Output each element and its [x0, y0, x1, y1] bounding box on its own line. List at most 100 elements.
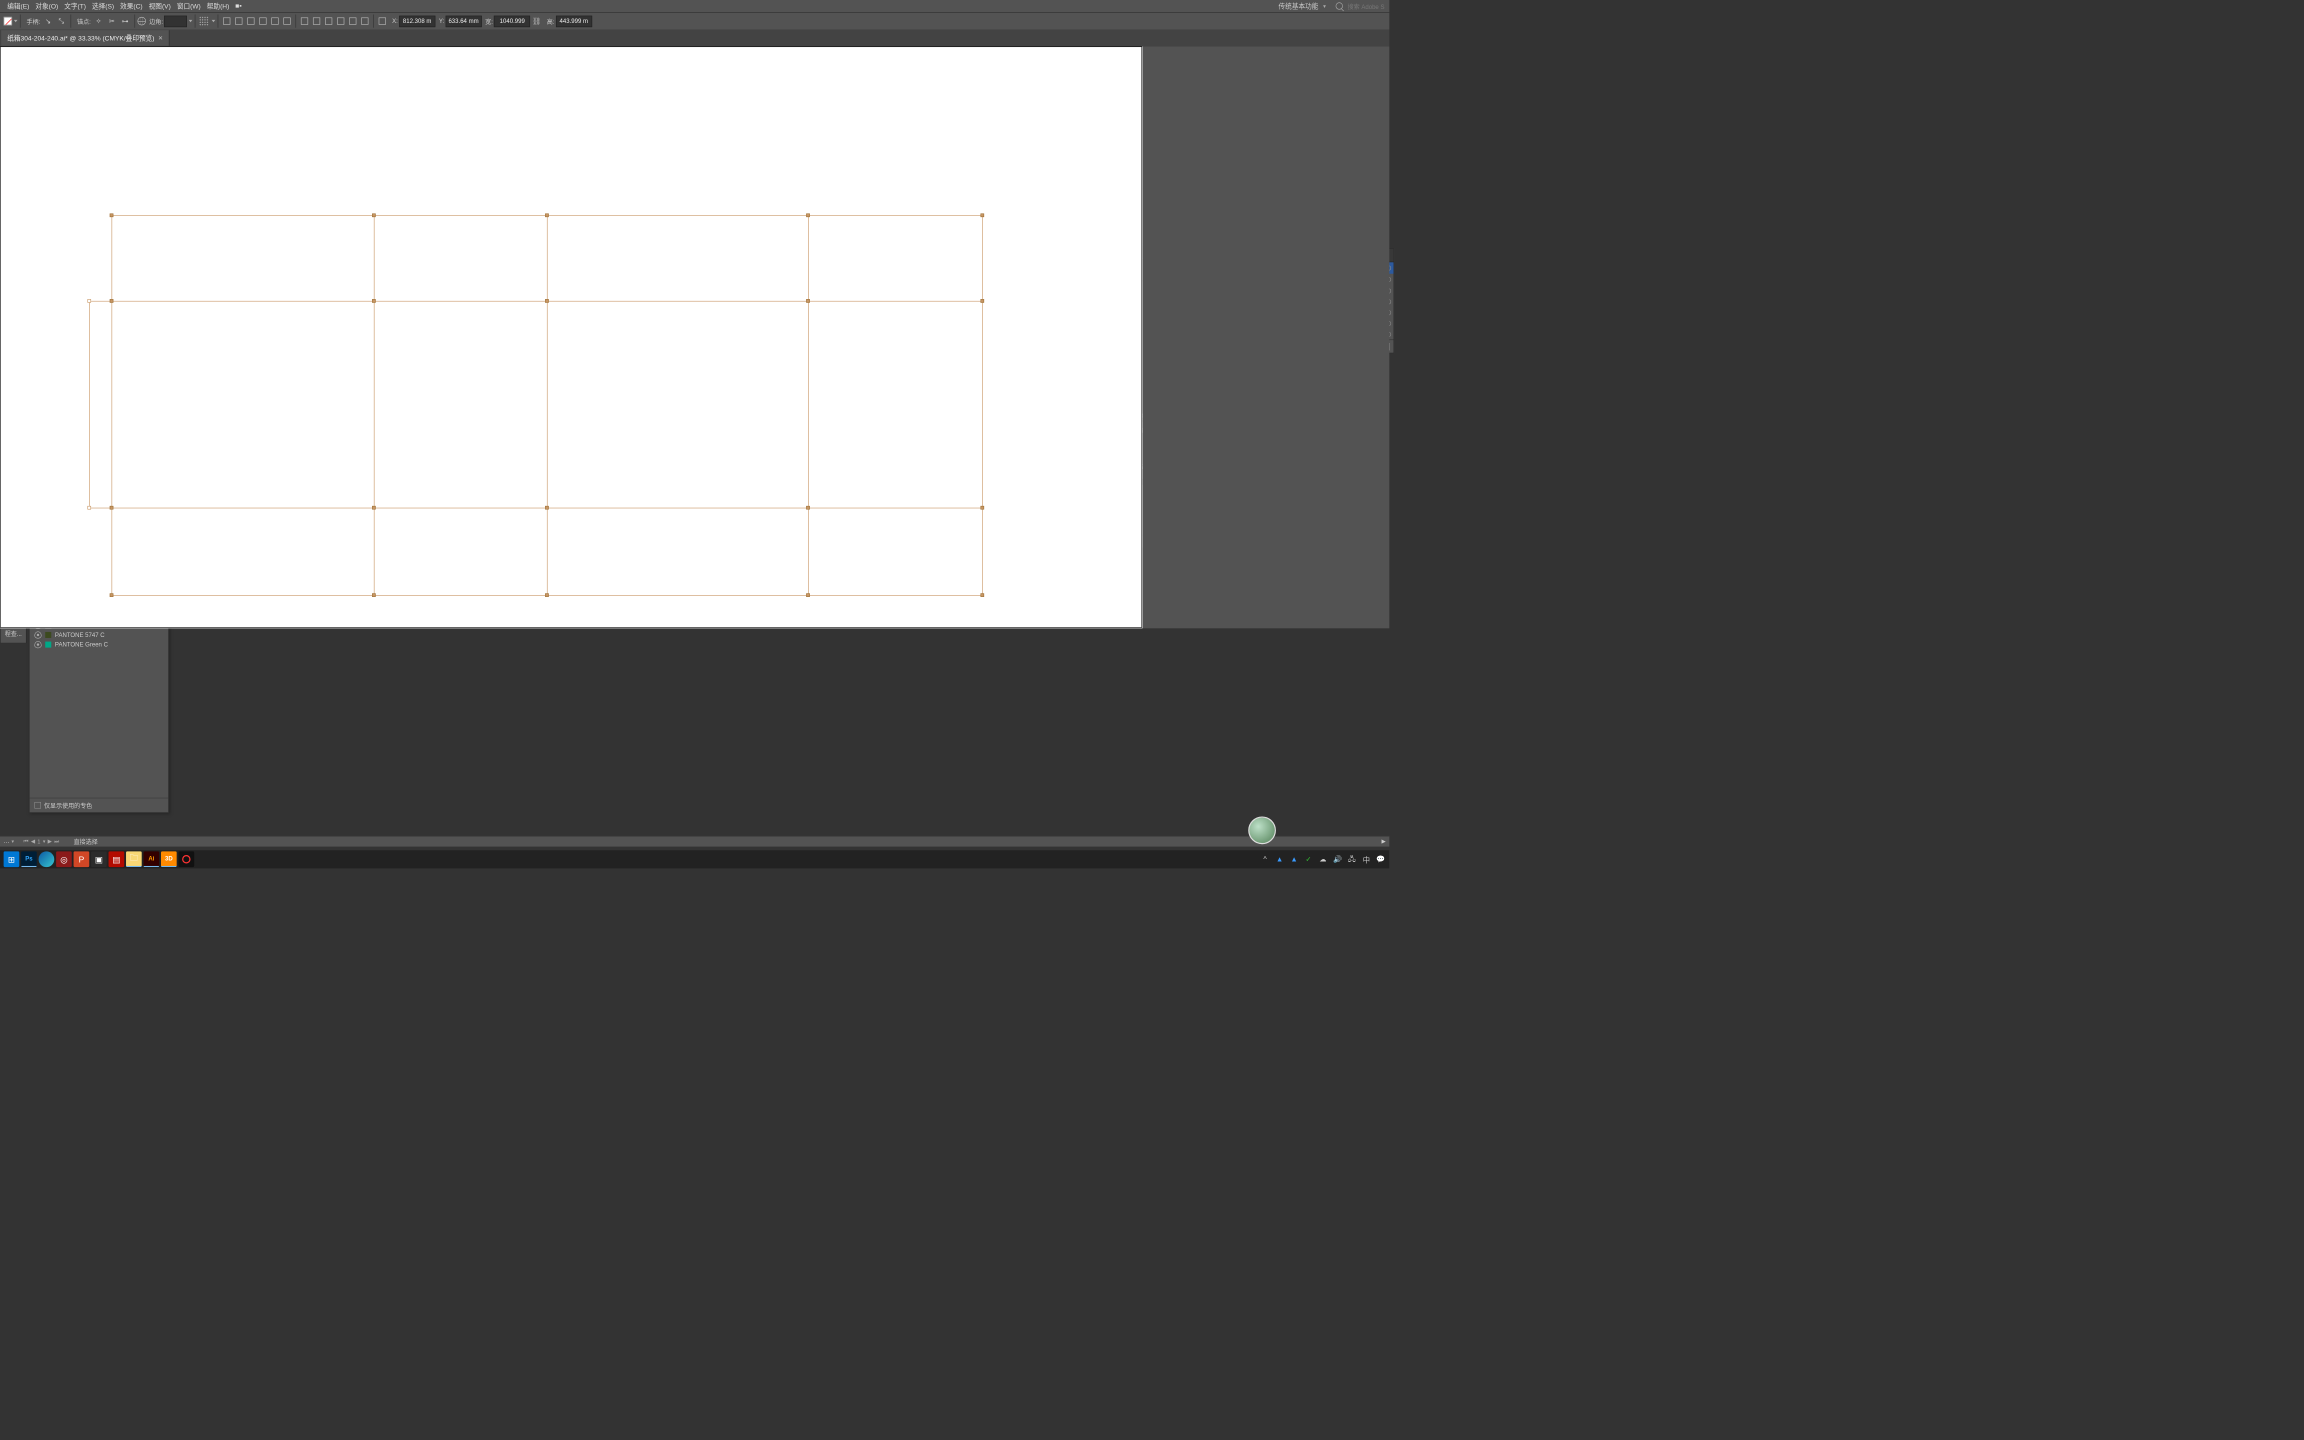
menu-view[interactable]: 视图(V): [146, 0, 173, 13]
menu-effect[interactable]: 效果(C): [118, 0, 145, 13]
taskbar-app-ppt[interactable]: P: [74, 851, 90, 867]
taskbar-app-dark[interactable]: ▣: [91, 851, 107, 867]
anchor-point[interactable]: [980, 593, 984, 597]
distribute-vc2-icon[interactable]: [360, 16, 370, 26]
nav-last-icon[interactable]: ⏭: [54, 838, 59, 845]
anchor-point[interactable]: [545, 299, 549, 303]
anchor-point[interactable]: [545, 213, 549, 217]
no-selection-swatch[interactable]: [4, 17, 12, 25]
separation-row[interactable]: PANTONE Green C: [30, 640, 169, 650]
handle-tool2-icon[interactable]: ⤡: [57, 16, 67, 26]
align-grid-arrow-icon[interactable]: [212, 20, 216, 22]
workspace-switcher[interactable]: 传统基本功能: [1279, 1, 1319, 11]
distribute-v-icon[interactable]: [324, 16, 334, 26]
align-hcenter-icon[interactable]: [234, 16, 244, 26]
menu-share-icon[interactable]: ■▪: [233, 1, 244, 12]
visibility-toggle-icon[interactable]: [34, 641, 41, 648]
menu-select[interactable]: 选择(S): [90, 0, 117, 13]
y-input[interactable]: [445, 15, 481, 26]
anchor-point[interactable]: [372, 506, 376, 510]
taskbar-app-3d[interactable]: 3D: [161, 851, 177, 867]
tray-ime-icon[interactable]: 中: [1362, 854, 1372, 864]
anchor-point[interactable]: [980, 213, 984, 217]
nav-next-icon[interactable]: ▶: [48, 838, 52, 845]
align-left-icon[interactable]: [222, 16, 232, 26]
menu-type[interactable]: 文字(T): [62, 0, 89, 13]
nav-select[interactable]: 1: [37, 838, 40, 844]
anchor-point[interactable]: [806, 506, 810, 510]
close-tab-icon[interactable]: ✕: [158, 35, 163, 42]
taskbar-app-ps[interactable]: Ps: [21, 851, 37, 867]
nav-prev-icon[interactable]: ◀: [31, 838, 35, 845]
menu-edit[interactable]: 编辑(E): [5, 0, 32, 13]
search-icon[interactable]: [1336, 2, 1343, 9]
anchor-point[interactable]: [806, 213, 810, 217]
anchor-point[interactable]: [806, 593, 810, 597]
align-right-icon[interactable]: [246, 16, 256, 26]
anchor-cut-icon[interactable]: ✂: [107, 16, 117, 26]
status-arrow-right-icon[interactable]: ▶: [1382, 838, 1386, 845]
nav-first-icon[interactable]: ⏮: [24, 838, 29, 845]
anchor-point[interactable]: [545, 593, 549, 597]
h-input[interactable]: [556, 15, 592, 26]
anchor-point[interactable]: [372, 593, 376, 597]
anchor-point[interactable]: [110, 299, 114, 303]
anchor-point[interactable]: [372, 213, 376, 217]
distribute-h-icon[interactable]: [300, 16, 310, 26]
anchor-point[interactable]: [372, 299, 376, 303]
anchor-point[interactable]: [980, 506, 984, 510]
visibility-toggle-icon[interactable]: [34, 631, 41, 638]
taskbar-app-folder[interactable]: 🗀: [126, 851, 142, 867]
taskbar-app-start[interactable]: ⊞: [4, 851, 20, 867]
anchor-point[interactable]: [110, 213, 114, 217]
taskbar-app-edge[interactable]: [39, 851, 55, 867]
anchor-connect-icon[interactable]: ⊶: [120, 16, 130, 26]
taskbar-app-app-red[interactable]: ◎: [56, 851, 72, 867]
align-vcenter-icon[interactable]: [270, 16, 280, 26]
anchor-point[interactable]: [806, 299, 810, 303]
swatch-menu-icon[interactable]: [14, 20, 18, 22]
canvas[interactable]: [0, 46, 1143, 628]
menu-help[interactable]: 帮助(H): [204, 0, 231, 13]
distribute-v2-icon[interactable]: [348, 16, 358, 26]
anchor-point[interactable]: [110, 593, 114, 597]
anchor-point[interactable]: [87, 506, 91, 510]
handle-tool-icon[interactable]: ↘: [43, 16, 53, 26]
distribute-hc-icon[interactable]: [312, 16, 322, 26]
taskbar-app-record[interactable]: [178, 851, 194, 867]
anchor-point[interactable]: [110, 506, 114, 510]
w-input[interactable]: [494, 15, 530, 26]
distribute-vc-icon[interactable]: [336, 16, 346, 26]
corner-input[interactable]: [164, 15, 187, 26]
workspace-arrow-icon[interactable]: ▾: [1323, 3, 1326, 10]
tray-volume-icon[interactable]: 🔊: [1333, 854, 1343, 864]
corner-mode-icon[interactable]: [137, 17, 145, 25]
tray-overflow-icon[interactable]: ^: [1260, 854, 1270, 864]
tray-cloud-icon[interactable]: ☁: [1318, 854, 1328, 864]
anchor-point[interactable]: [545, 506, 549, 510]
x-input[interactable]: [399, 15, 435, 26]
profile-orb-icon[interactable]: [1248, 816, 1276, 844]
menu-object[interactable]: 对象(O): [33, 0, 61, 13]
transform-panel-icon[interactable]: [378, 16, 388, 26]
link-wh-icon[interactable]: ⛓: [532, 17, 541, 25]
taskbar-app-pdf[interactable]: ▤: [109, 851, 125, 867]
tray-app1-icon[interactable]: ▲: [1275, 854, 1285, 864]
zoom-level[interactable]: … ▾: [4, 838, 14, 845]
menu-window[interactable]: 窗口(W): [174, 0, 203, 13]
spotcolors-only-checkbox[interactable]: [34, 802, 41, 809]
tray-network-icon[interactable]: 🖧: [1347, 854, 1357, 864]
tray-app3-icon[interactable]: ✓: [1304, 854, 1314, 864]
search-placeholder[interactable]: 搜索 Adobe S: [1348, 2, 1385, 11]
corner-menu-icon[interactable]: [189, 20, 193, 22]
artboard-nav[interactable]: ⏮ ◀ 1 ▾ ▶ ⏭: [24, 838, 60, 845]
align-bottom-icon[interactable]: [282, 16, 292, 26]
separation-row[interactable]: PANTONE 5747 C: [30, 630, 169, 640]
align-grid-icon[interactable]: [199, 16, 209, 26]
tray-app2-icon[interactable]: ▲: [1289, 854, 1299, 864]
tray-notification-icon[interactable]: 💬: [1376, 854, 1386, 864]
anchor-convert-icon[interactable]: ✧: [94, 16, 104, 26]
anchor-point[interactable]: [980, 299, 984, 303]
document-tab[interactable]: 纸箱304-204-240.ai* @ 33.33% (CMYK/叠印预览) ✕: [1, 30, 170, 46]
align-top-icon[interactable]: [258, 16, 268, 26]
